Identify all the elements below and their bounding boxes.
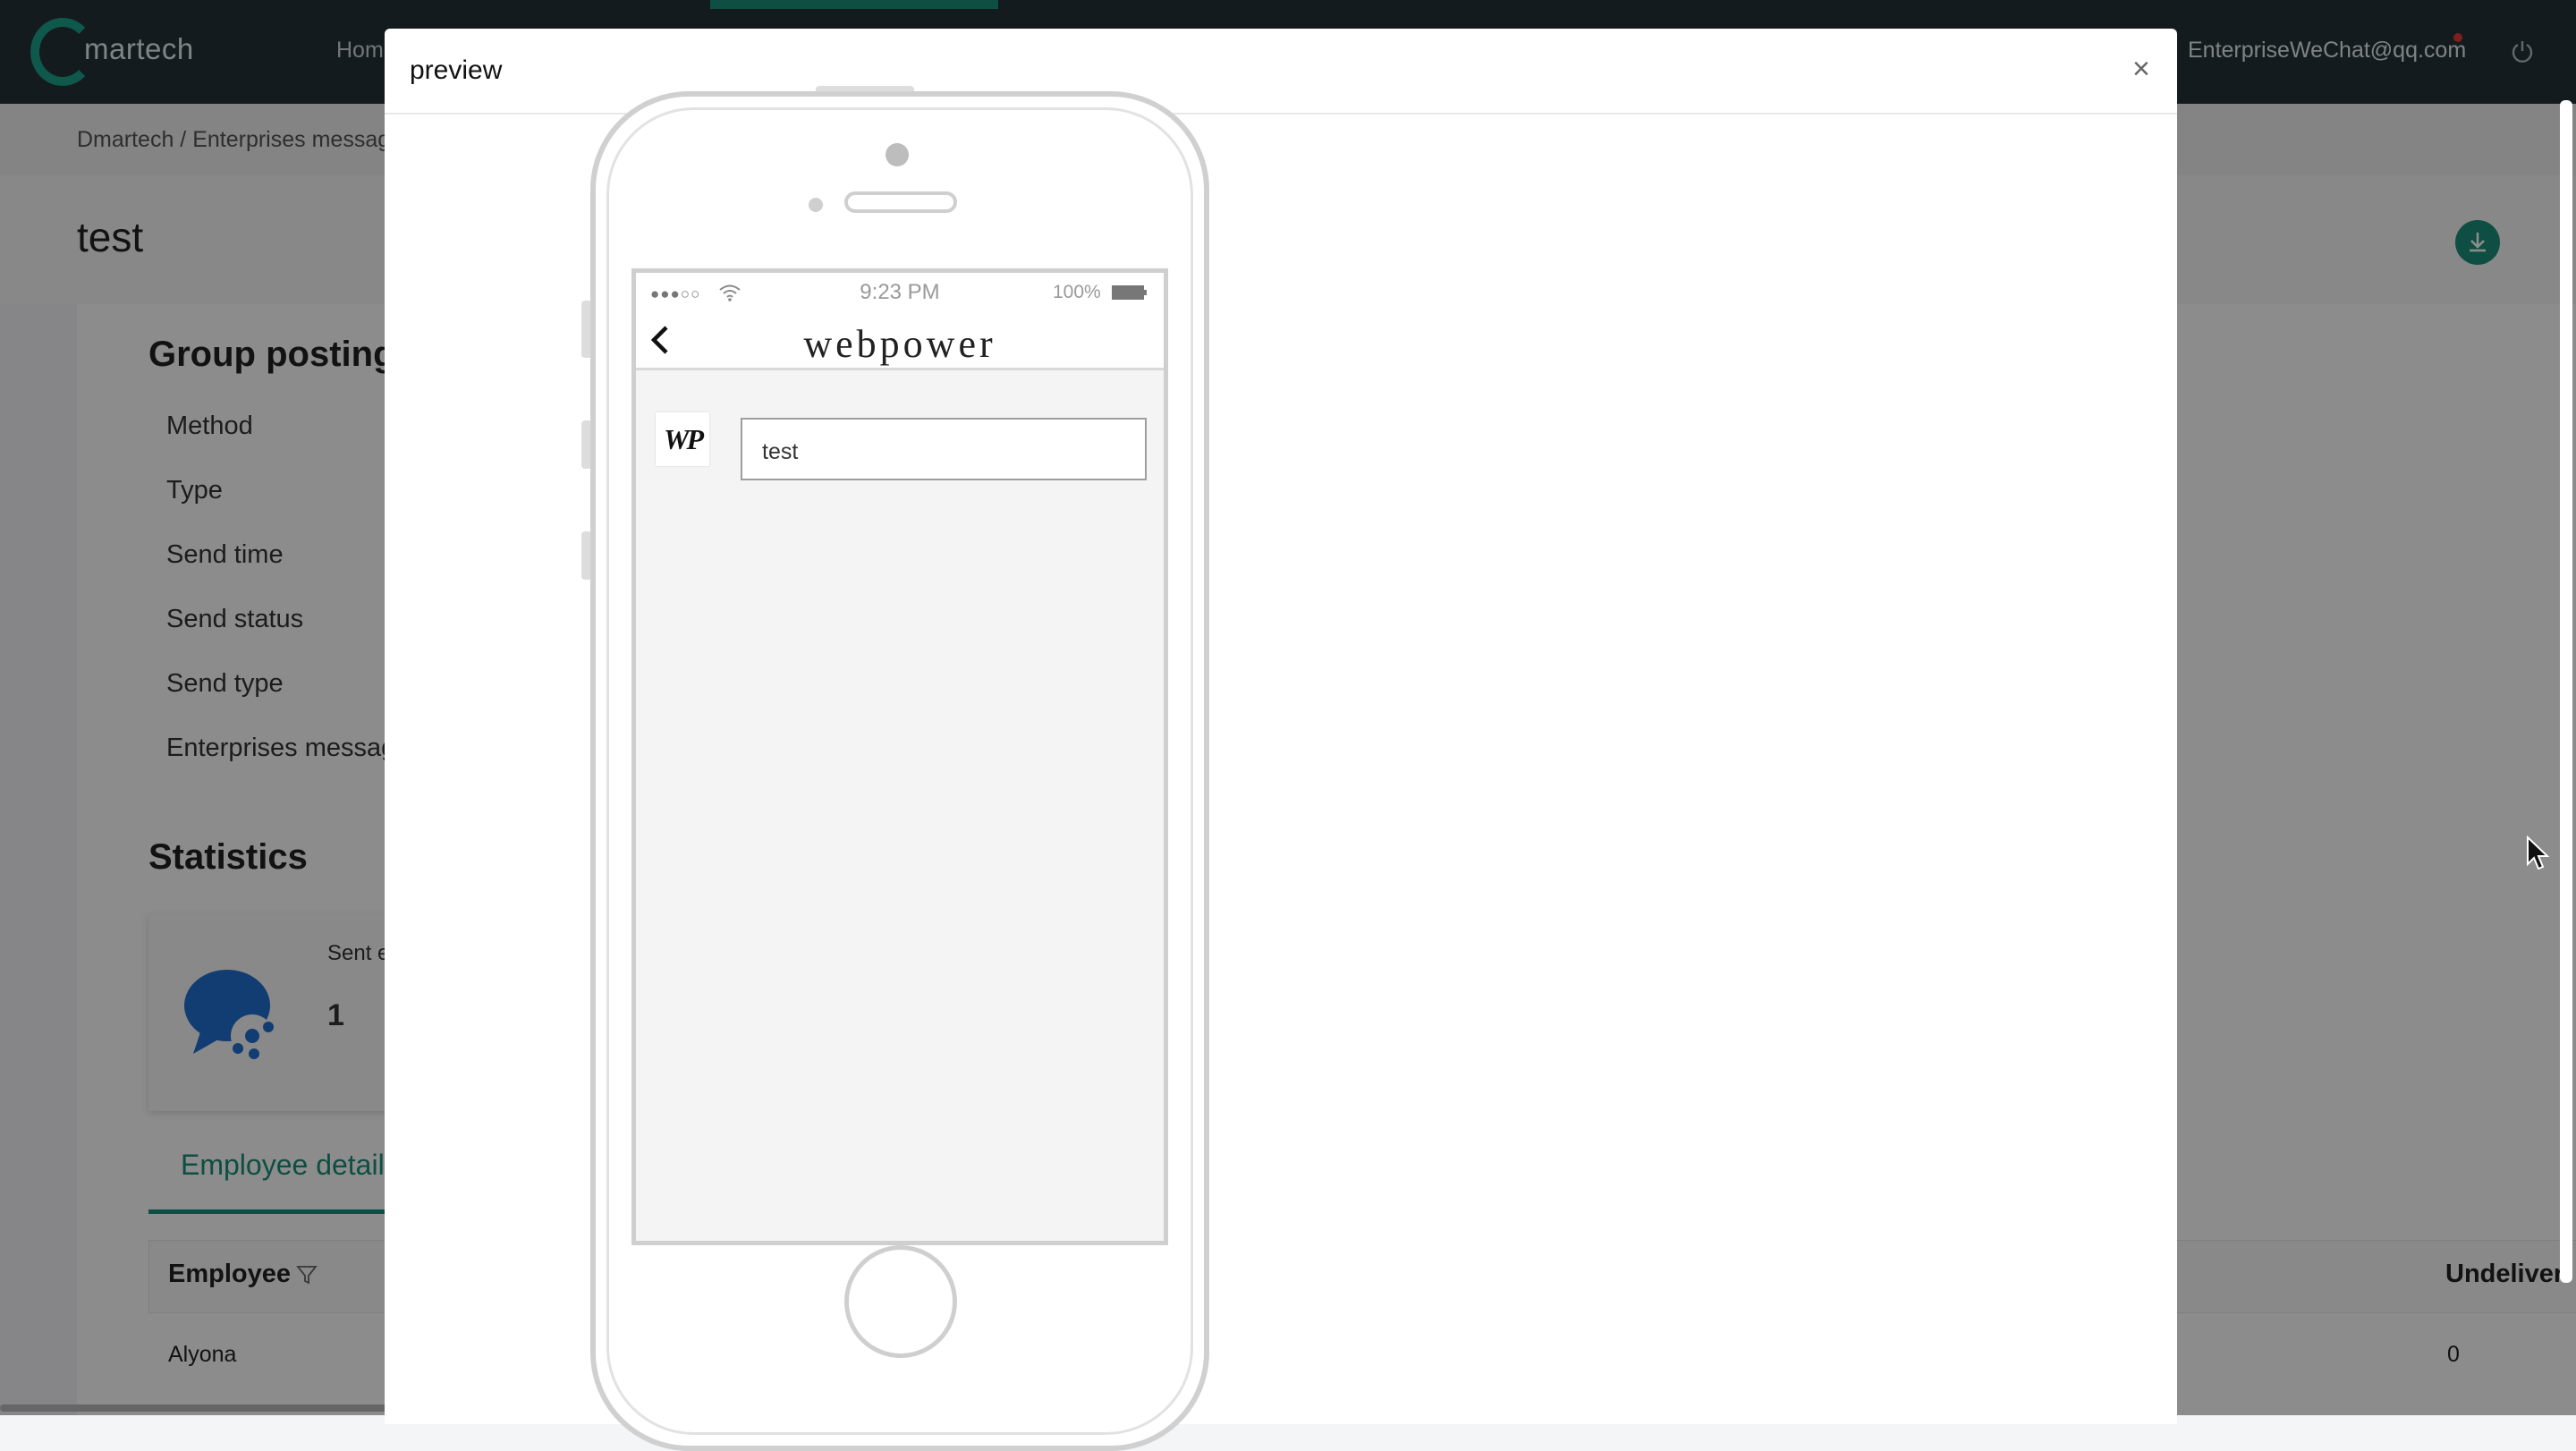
battery-percent: 100% — [1053, 282, 1101, 302]
modal-title: preview — [410, 55, 503, 85]
battery-icon — [1112, 285, 1147, 300]
chat-app-bar: webpower — [636, 309, 1164, 370]
phone-screen: ●●●○○ 9:23 PM 100% webpower WP test — [631, 268, 1168, 1245]
mouse-cursor-icon — [2527, 836, 2550, 870]
phone-home-button — [844, 1245, 957, 1358]
vertical-scrollbar[interactable] — [2560, 100, 2572, 1283]
message-text: test — [762, 439, 799, 464]
chat-brand-title: webpower — [803, 322, 996, 366]
avatar-text: WP — [664, 423, 704, 455]
phone-status-bar: ●●●○○ 9:23 PM 100% — [636, 273, 1164, 309]
sender-avatar: WP — [656, 412, 709, 466]
phone-sensor — [809, 198, 823, 212]
message-bubble: test — [741, 418, 1147, 480]
phone-camera — [886, 143, 909, 166]
phone-speaker — [844, 191, 957, 213]
close-icon[interactable]: × — [2132, 54, 2150, 84]
